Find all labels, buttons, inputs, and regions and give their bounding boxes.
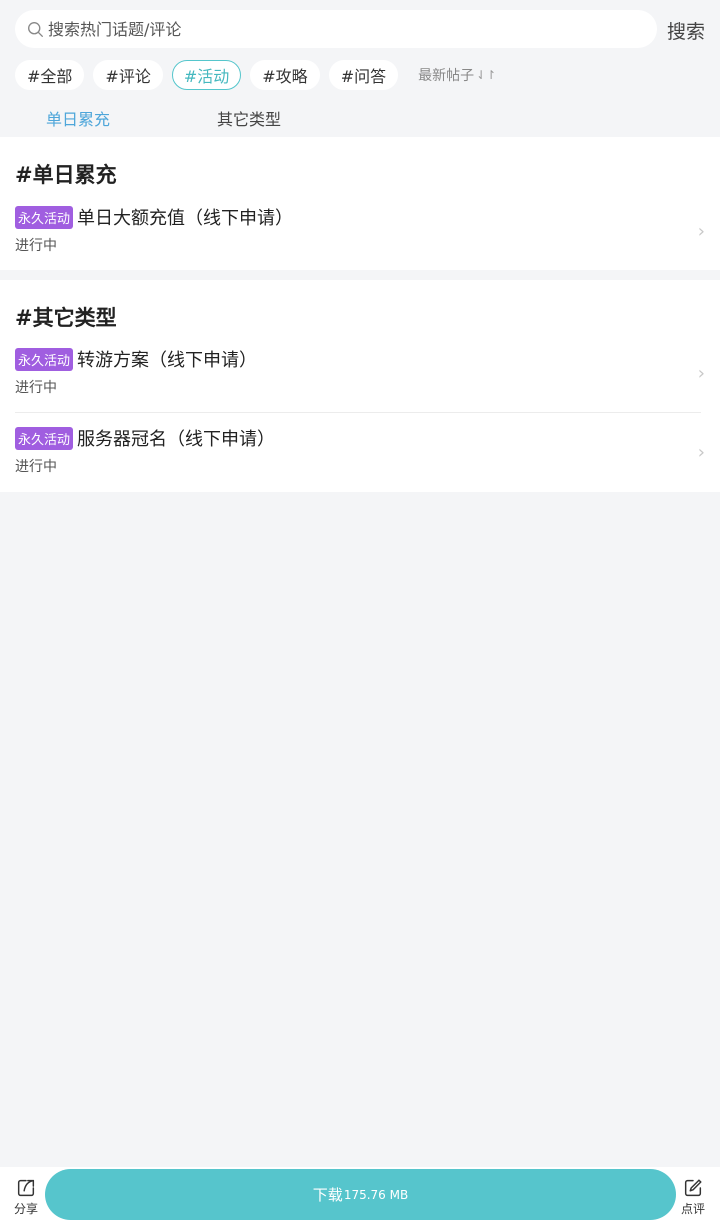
sort-label: 最新帖子	[418, 67, 475, 84]
search-icon	[28, 21, 43, 37]
tab-other-types[interactable]: 其它类型	[217, 106, 281, 130]
item-tag: 永久活动	[15, 206, 74, 229]
sort-toggle[interactable]: 最新帖子 ⇃↾	[418, 65, 496, 85]
share-icon	[17, 1179, 35, 1197]
item-tag: 永久活动	[15, 348, 74, 371]
download-size: 175.76 MB	[343, 1187, 409, 1202]
search-row: 搜索	[0, 0, 720, 58]
search-button[interactable]: 搜索	[667, 17, 705, 44]
tab-daily-recharge[interactable]: 单日累充	[46, 106, 110, 130]
section-card: #单日累充 永久活动 单日大额充值（线下申请） 进行中 ›	[0, 137, 720, 270]
review-label: 点评	[680, 1202, 705, 1216]
item-status: 进行中	[15, 238, 57, 254]
chevron-right-icon: ›	[697, 442, 705, 463]
review-button[interactable]: 点评	[671, 1167, 715, 1227]
item-title: 单日大额充值（线下申请）	[77, 208, 293, 229]
edit-icon	[684, 1179, 702, 1197]
item-title: 服务器冠名（线下申请）	[77, 429, 275, 450]
chip-qa[interactable]: #问答	[328, 59, 399, 90]
section-title: #其它类型	[15, 306, 117, 330]
filter-chips: #全部 #评论 #活动 #攻略 #问答 最新帖子 ⇃↾	[15, 59, 496, 90]
item-status: 进行中	[15, 380, 57, 396]
download-button[interactable]: 下载 175.76 MB	[45, 1169, 676, 1220]
list-item[interactable]: 永久活动 单日大额充值（线下申请） 进行中 ›	[0, 206, 720, 281]
download-label: 下载	[312, 1186, 343, 1204]
list-item[interactable]: 永久活动 服务器冠名（线下申请） 进行中 ›	[0, 427, 720, 502]
section-card: #其它类型 永久活动 转游方案（线下申请） 进行中 › 永久活动 服务器冠名（线…	[0, 280, 720, 492]
chevron-right-icon: ›	[697, 221, 705, 242]
share-label: 分享	[13, 1202, 38, 1216]
share-button[interactable]: 分享	[4, 1167, 48, 1227]
chip-all[interactable]: #全部	[15, 59, 85, 90]
chip-comments[interactable]: #评论	[93, 59, 163, 90]
section-title: #单日累充	[15, 163, 117, 187]
chip-guides[interactable]: #攻略	[250, 59, 320, 90]
search-input[interactable]	[48, 19, 608, 39]
search-box[interactable]	[15, 10, 657, 48]
item-status: 进行中	[15, 459, 57, 475]
sort-arrows-icon: ⇃↾	[476, 67, 497, 82]
chip-events[interactable]: #活动	[171, 59, 242, 90]
chevron-right-icon: ›	[697, 363, 705, 384]
bottom-bar: 分享 下载 175.76 MB 点评	[0, 1167, 720, 1227]
divider	[15, 412, 701, 413]
sub-tabs: 单日累充 其它类型	[0, 100, 720, 136]
item-title: 转游方案（线下申请）	[77, 350, 257, 371]
item-tag: 永久活动	[15, 427, 74, 450]
